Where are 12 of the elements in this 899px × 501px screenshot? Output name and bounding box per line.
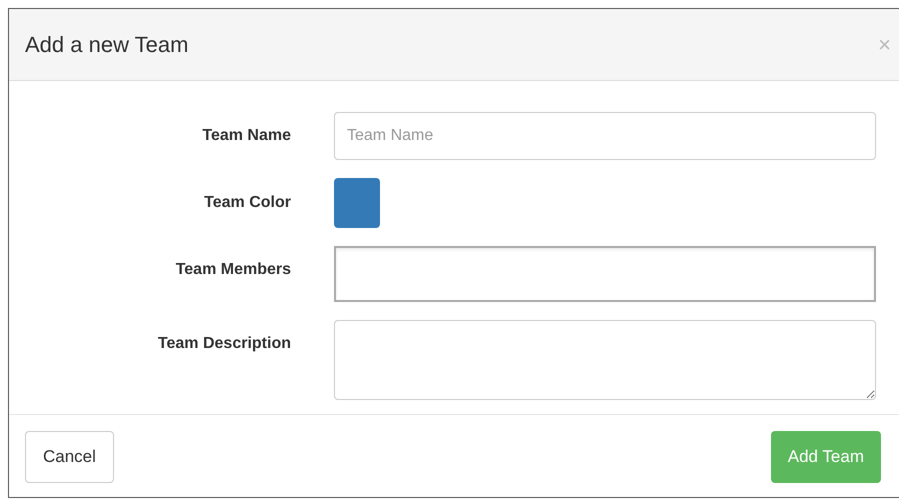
dialog-title: Add a new Team bbox=[25, 31, 188, 59]
color-swatch[interactable] bbox=[334, 178, 380, 228]
field-label: Team Name bbox=[202, 126, 291, 146]
team-name-field[interactable]: Team Name bbox=[334, 112, 876, 160]
field-label: Team Description bbox=[158, 334, 291, 354]
field-label: Team Members bbox=[176, 260, 291, 280]
close-button[interactable]: × bbox=[878, 28, 891, 61]
description-field[interactable] bbox=[334, 320, 876, 400]
members-field[interactable] bbox=[334, 246, 876, 302]
cancel-button[interactable]: Cancel bbox=[25, 431, 114, 483]
field-label: Team Color bbox=[204, 193, 291, 213]
add-team-button[interactable]: Add Team bbox=[770, 431, 881, 483]
